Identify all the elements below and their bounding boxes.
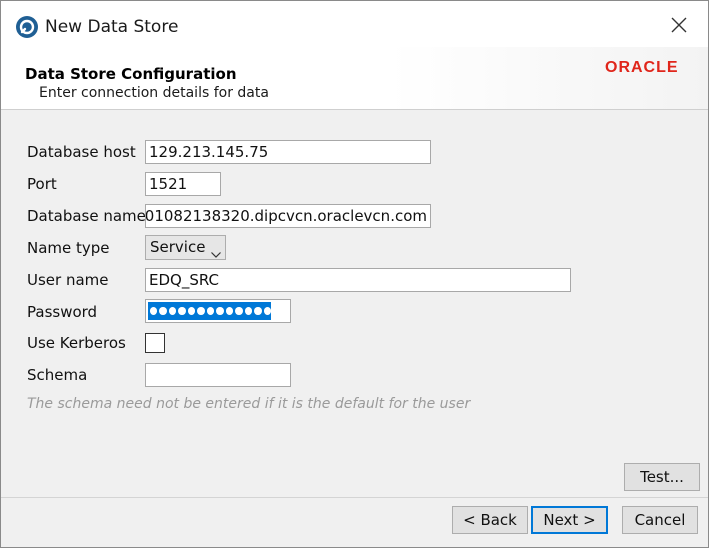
database-host-input[interactable]: 129.213.145.75 (145, 140, 431, 164)
cancel-button[interactable]: Cancel (622, 506, 698, 534)
user-name-label: User name (27, 271, 109, 289)
password-dot (159, 307, 167, 315)
database-host-label: Database host (27, 143, 136, 161)
close-button[interactable] (657, 9, 701, 41)
database-name-input[interactable]: ub01082138320.dipcvcn.oraclevcn.com (145, 204, 431, 228)
name-type-select[interactable]: Service (145, 235, 226, 260)
password-label: Password (27, 303, 98, 321)
database-name-label: Database name (27, 207, 146, 225)
back-button[interactable]: < Back (452, 506, 528, 534)
password-dot (244, 307, 253, 315)
use-kerberos-label: Use Kerberos (27, 334, 126, 352)
password-input[interactable] (145, 299, 291, 323)
schema-input[interactable] (145, 363, 291, 387)
password-dot (225, 307, 234, 315)
chevron-down-icon (211, 244, 221, 262)
footer-divider (1, 497, 708, 498)
password-dot (206, 307, 215, 315)
password-dot (235, 307, 243, 315)
page-subtitle: Enter connection details for data (39, 85, 269, 101)
port-input[interactable]: 1521 (145, 172, 221, 196)
dialog-window: New Data Store Data Store Configuration … (0, 0, 709, 548)
use-kerberos-checkbox[interactable] (145, 333, 165, 353)
next-button[interactable]: Next > (531, 506, 608, 534)
password-dot (168, 307, 177, 315)
password-dot (216, 307, 224, 315)
name-type-value: Service (150, 238, 206, 256)
app-icon (15, 15, 39, 39)
page-title: Data Store Configuration (25, 65, 237, 83)
window-title: New Data Store (45, 17, 179, 37)
header-divider (1, 109, 708, 110)
password-dot (178, 307, 186, 315)
name-type-label: Name type (27, 239, 110, 257)
password-dot (254, 307, 262, 315)
password-dot (187, 307, 196, 315)
close-icon (671, 17, 687, 33)
test-button[interactable]: Test... (624, 463, 700, 491)
wizard-header: Data Store Configuration Enter connectio… (1, 47, 708, 109)
password-mask (148, 302, 272, 320)
database-name-value: ub01082138320.dipcvcn.oraclevcn.com (145, 207, 427, 225)
user-name-input[interactable]: EDQ_SRC (145, 268, 571, 292)
schema-label: Schema (27, 366, 88, 384)
oracle-logo: ORACLE (605, 59, 679, 76)
password-dot (197, 307, 205, 315)
password-dot (150, 307, 158, 315)
port-label: Port (27, 175, 57, 193)
password-dot (263, 307, 272, 315)
schema-hint: The schema need not be entered if it is … (27, 396, 471, 412)
title-bar: New Data Store (1, 1, 708, 47)
